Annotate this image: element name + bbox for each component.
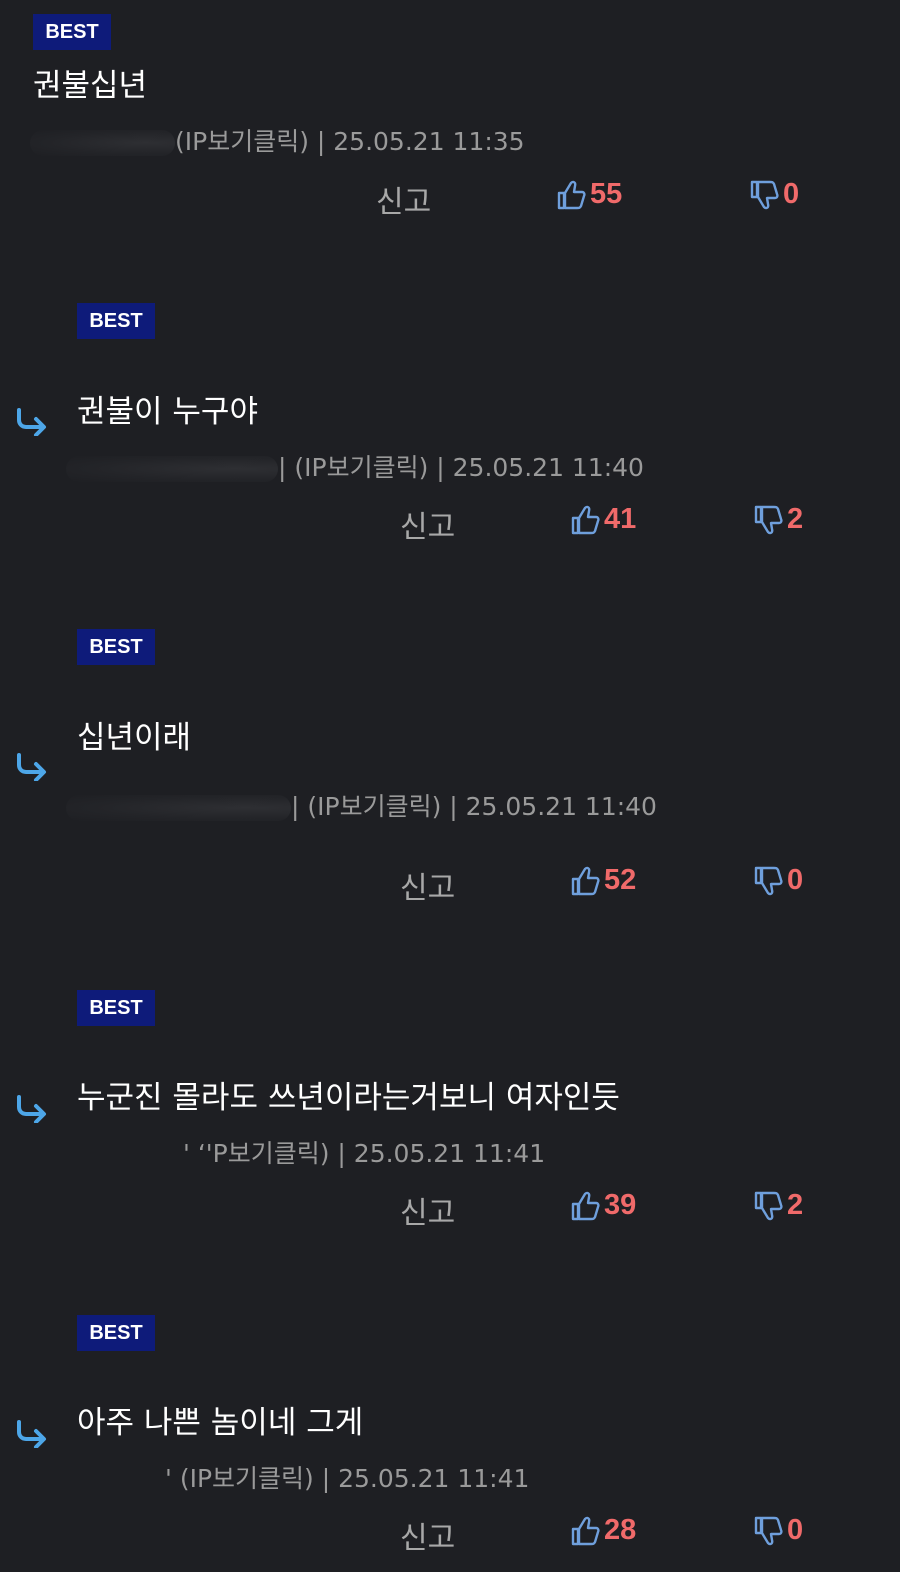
- comment-content: 누군진 몰라도 쓰년이라는거보니 여자인듯: [77, 1080, 620, 1116]
- report-button[interactable]: 신고: [376, 177, 431, 221]
- dislike-count: 0: [787, 1514, 804, 1546]
- like-count: 41: [604, 503, 637, 535]
- like-count: 52: [604, 864, 637, 896]
- best-badge: BEST: [77, 303, 155, 339]
- best-badge: BEST: [77, 629, 155, 665]
- nickname-blurred: [30, 130, 175, 156]
- ip-date-text[interactable]: ' (IP보기클릭) | 25.05.21 11:41: [165, 1464, 529, 1493]
- thumbs-down-icon: [753, 865, 783, 897]
- report-button[interactable]: 신고: [400, 1513, 455, 1557]
- dislike-button[interactable]: 0: [753, 1514, 803, 1547]
- dislike-count: 2: [787, 1189, 804, 1221]
- nickname-blurred: [66, 795, 291, 821]
- thumbs-up-icon: [570, 1515, 600, 1547]
- like-button[interactable]: 52: [570, 864, 636, 897]
- report-button[interactable]: 신고: [400, 863, 455, 907]
- comment-item: BEST 권불이 누구야 | (IP보기클릭) | 25.05.21 11:40…: [0, 290, 900, 560]
- like-button[interactable]: 39: [570, 1189, 636, 1222]
- comment-meta: ' ‘'P보기클릭) | 25.05.21 11:41: [183, 1134, 545, 1170]
- ip-date-text[interactable]: | (IP보기클릭) | 25.05.21 11:40: [278, 453, 644, 482]
- comment-content: 아주 나쁜 놈이네 그게: [77, 1405, 364, 1441]
- dislike-button[interactable]: 0: [749, 178, 799, 211]
- comment-meta: | (IP보기클릭) | 25.05.21 11:40: [66, 448, 644, 484]
- nickname-blurred: [66, 456, 278, 482]
- dislike-button[interactable]: 2: [753, 1189, 803, 1222]
- ip-date-text[interactable]: (IP보기클릭) | 25.05.21 11:35: [175, 127, 525, 156]
- like-button[interactable]: 41: [570, 503, 636, 536]
- report-button[interactable]: 신고: [400, 1188, 455, 1232]
- thumbs-up-icon: [570, 865, 600, 897]
- dislike-button[interactable]: 0: [753, 864, 803, 897]
- best-badge: BEST: [33, 14, 111, 50]
- like-count: 28: [604, 1514, 637, 1546]
- reply-arrow-icon: [14, 1420, 48, 1452]
- comment-item: BEST 십년이래 | (IP보기클릭) | 25.05.21 11:40 신고…: [0, 615, 900, 915]
- like-button[interactable]: 55: [556, 178, 622, 211]
- reply-arrow-icon: [14, 753, 48, 785]
- thumbs-down-icon: [753, 504, 783, 536]
- comment-content: 권불십년: [33, 68, 148, 104]
- comment-meta: (IP보기클릭) | 25.05.21 11:35: [30, 122, 525, 158]
- reply-arrow-icon: [14, 1095, 48, 1127]
- dislike-count: 0: [787, 864, 804, 896]
- comment-item: BEST 누군진 몰라도 쓰년이라는거보니 여자인듯 ' ‘'P보기클릭) | …: [0, 975, 900, 1245]
- comment-content: 십년이래: [77, 720, 192, 756]
- thumbs-up-icon: [570, 1190, 600, 1222]
- reply-arrow-icon: [14, 408, 48, 440]
- best-badge: BEST: [77, 1315, 155, 1351]
- thumbs-down-icon: [753, 1190, 783, 1222]
- dislike-count: 2: [787, 503, 804, 535]
- like-count: 55: [590, 178, 623, 210]
- comment-item: BEST 아주 나쁜 놈이네 그게 ' (IP보기클릭) | 25.05.21 …: [0, 1300, 900, 1572]
- thumbs-up-icon: [570, 504, 600, 536]
- comment-meta: | (IP보기클릭) | 25.05.21 11:40: [66, 787, 657, 823]
- best-badge: BEST: [77, 990, 155, 1026]
- comment-item: BEST 권불십년 (IP보기클릭) | 25.05.21 11:35 신고 5…: [0, 0, 900, 250]
- report-button[interactable]: 신고: [400, 502, 455, 546]
- like-button[interactable]: 28: [570, 1514, 636, 1547]
- thumbs-up-icon: [556, 179, 586, 211]
- comment-content: 권불이 누구야: [77, 394, 258, 430]
- like-count: 39: [604, 1189, 637, 1221]
- thumbs-down-icon: [749, 179, 779, 211]
- comment-meta: ' (IP보기클릭) | 25.05.21 11:41: [165, 1459, 529, 1495]
- ip-date-text[interactable]: | (IP보기클릭) | 25.05.21 11:40: [291, 792, 657, 821]
- dislike-button[interactable]: 2: [753, 503, 803, 536]
- ip-date-text[interactable]: ' ‘'P보기클릭) | 25.05.21 11:41: [183, 1139, 545, 1168]
- dislike-count: 0: [783, 178, 800, 210]
- thumbs-down-icon: [753, 1515, 783, 1547]
